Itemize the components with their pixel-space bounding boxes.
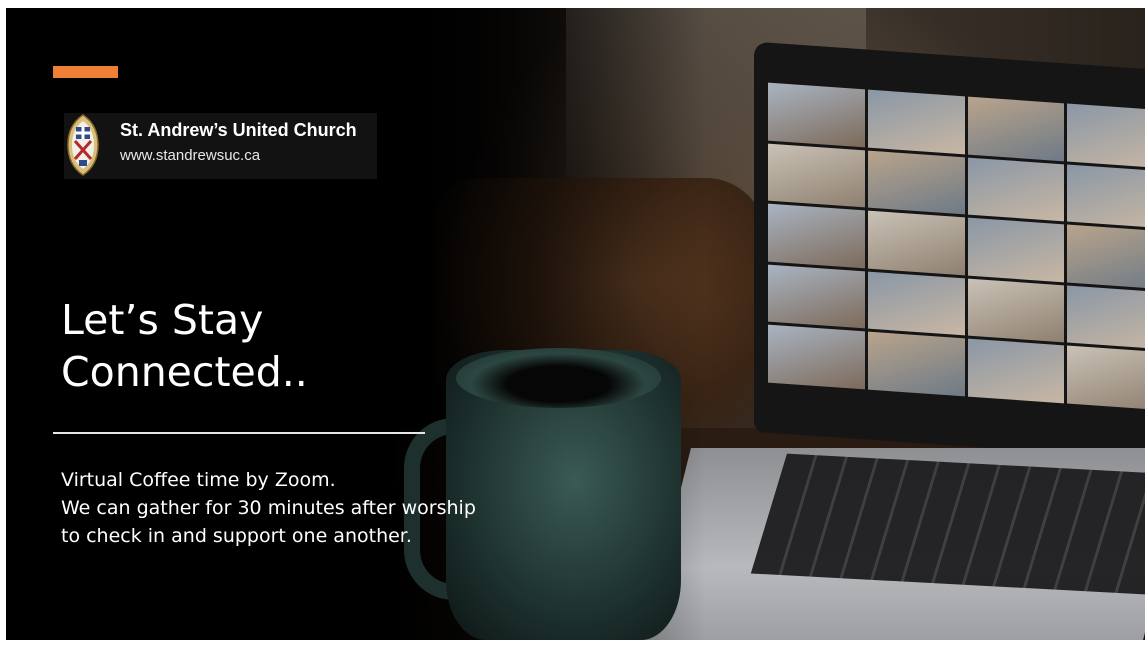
video-tile xyxy=(867,89,965,154)
description-line-1: Virtual Coffee time by Zoom. xyxy=(61,469,336,491)
event-description: Virtual Coffee time by Zoom. We can gath… xyxy=(61,466,476,550)
video-tile xyxy=(967,338,1065,404)
description-line-2: We can gather for 30 minutes after worsh… xyxy=(61,497,476,519)
church-website: www.standrewsuc.ca xyxy=(120,147,261,164)
announcement-slide: St. Andrew’s United Church www.standrews… xyxy=(6,8,1145,640)
video-tile xyxy=(967,157,1065,222)
video-call-grid xyxy=(768,82,1145,411)
headline-line-1: Let’s Stay xyxy=(61,296,264,344)
video-tile xyxy=(1067,103,1145,168)
church-crest-icon xyxy=(67,114,99,176)
accent-bar xyxy=(53,66,118,78)
video-tile xyxy=(1067,164,1145,229)
video-tile xyxy=(967,217,1065,283)
headline-line-2: Connected.. xyxy=(61,348,308,396)
church-name: St. Andrew’s United Church xyxy=(120,120,357,140)
laptop-keyboard xyxy=(750,453,1145,595)
video-tile xyxy=(768,203,865,269)
video-tile xyxy=(768,264,865,329)
video-tile xyxy=(867,210,965,276)
video-tile xyxy=(967,96,1065,161)
mug-rim xyxy=(456,348,661,408)
laptop-screen-image xyxy=(754,41,1145,461)
video-tile xyxy=(867,271,965,336)
video-tile xyxy=(1067,285,1145,350)
video-tile xyxy=(967,278,1065,343)
divider-line xyxy=(53,432,425,434)
video-tile xyxy=(768,82,865,148)
video-tile xyxy=(1067,224,1145,290)
video-tile xyxy=(768,325,865,390)
video-tile xyxy=(867,150,965,215)
description-line-3: to check in and support one another. xyxy=(61,525,412,547)
video-tile xyxy=(1067,345,1145,411)
church-logo: St. Andrew’s United Church www.standrews… xyxy=(64,113,377,179)
video-tile xyxy=(867,332,965,397)
headline: Let’s Stay Connected.. xyxy=(61,294,308,398)
video-tile xyxy=(768,143,865,208)
